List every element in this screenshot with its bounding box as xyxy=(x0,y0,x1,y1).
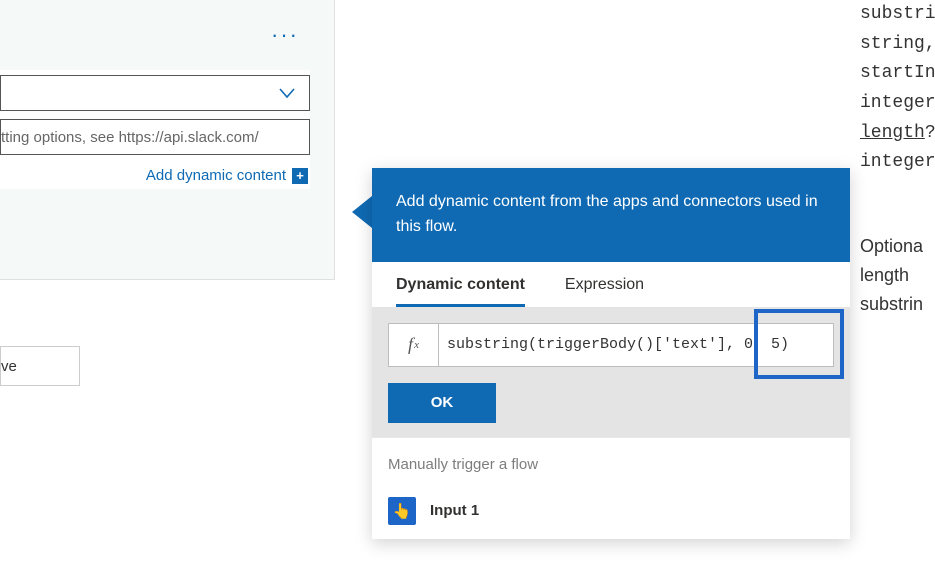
tab-expression[interactable]: Expression xyxy=(565,276,644,307)
doc-line: integer xyxy=(860,148,935,178)
doc-line: length? xyxy=(860,119,935,149)
doc-line: substri xyxy=(860,0,935,30)
form-area: tting options, see https://api.slack.com… xyxy=(0,70,310,189)
save-button-label: ve xyxy=(1,358,17,375)
flyout-tabbar: Dynamic content Expression xyxy=(372,262,850,307)
expression-input[interactable]: substring(triggerBody()['text'], 0, 5) xyxy=(438,323,834,367)
chevron-down-icon xyxy=(277,83,297,103)
doc-line: integer xyxy=(860,89,935,119)
ok-row: OK xyxy=(372,383,850,437)
dynamic-item-input1[interactable]: 👆 Input 1 xyxy=(372,487,850,539)
flyout-pointer xyxy=(352,196,372,228)
tab-dynamic-content[interactable]: Dynamic content xyxy=(396,276,525,307)
doc-line: substrin xyxy=(860,290,935,319)
flyout-header: Add dynamic content from the apps and co… xyxy=(372,168,850,262)
doc-line: Optiona xyxy=(860,232,935,261)
add-dynamic-content-link[interactable]: Add dynamic content + xyxy=(0,167,310,184)
message-text-field[interactable]: tting options, see https://api.slack.com… xyxy=(0,119,310,155)
expression-area: fx substring(triggerBody()['text'], 0, 5… xyxy=(372,307,850,383)
dynamic-content-flyout: Add dynamic content from the apps and co… xyxy=(372,168,850,539)
fx-icon: fx xyxy=(388,323,438,367)
channel-dropdown[interactable] xyxy=(0,75,310,111)
touch-icon: 👆 xyxy=(388,497,416,525)
function-description-doc: Optiona length substrin xyxy=(860,232,935,318)
plus-icon: + xyxy=(292,168,308,184)
trigger-section-title: Manually trigger a flow xyxy=(372,437,850,487)
expression-row: fx substring(triggerBody()['text'], 0, 5… xyxy=(388,323,834,367)
field-placeholder: tting options, see https://api.slack.com… xyxy=(1,129,259,146)
add-dynamic-content-label: Add dynamic content xyxy=(146,167,286,184)
doc-line: length xyxy=(860,261,935,290)
action-card: ··· tting options, see https://api.slack… xyxy=(0,0,335,280)
input1-label: Input 1 xyxy=(430,502,479,519)
save-button[interactable]: ve xyxy=(0,346,80,386)
doc-line: startIn xyxy=(860,59,935,89)
ok-button[interactable]: OK xyxy=(388,383,496,423)
function-signature-doc: substri string, startIn integer length? … xyxy=(860,0,935,178)
doc-line: string, xyxy=(860,30,935,60)
ellipsis-menu[interactable]: ··· xyxy=(271,22,299,48)
